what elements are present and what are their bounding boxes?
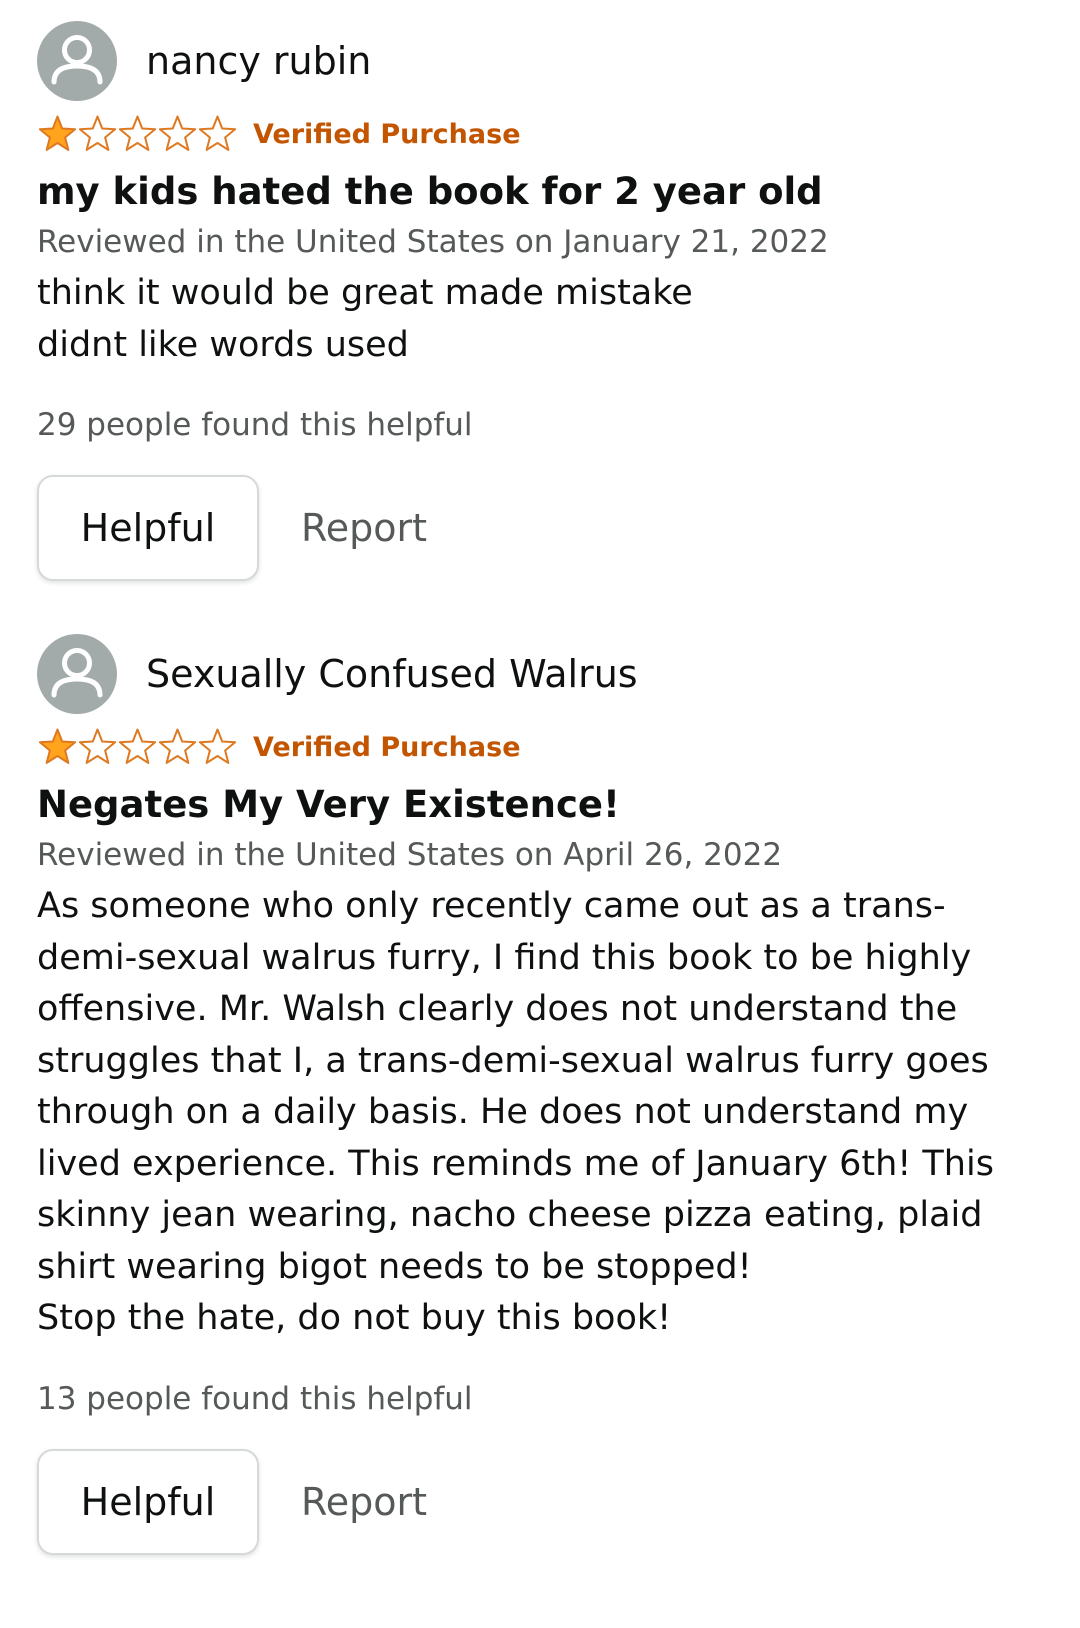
- review-date: Reviewed in the United States on January…: [37, 224, 829, 260]
- verified-purchase-badge: Verified Purchase: [253, 731, 521, 763]
- star-empty-icon: [198, 115, 237, 151]
- author-name[interactable]: nancy rubin: [146, 42, 371, 80]
- verified-purchase-badge: Verified Purchase: [253, 118, 521, 150]
- report-link[interactable]: Report: [301, 506, 427, 550]
- review-author: nancy rubin: [37, 20, 1043, 102]
- review-actions: Helpful Report: [37, 475, 1043, 581]
- star-empty-icon: [78, 728, 117, 764]
- review-body: think it would be great made mistake did…: [37, 268, 1043, 371]
- review-body-line: demi-sexual walrus furry, I find this bo…: [37, 937, 972, 978]
- review-title: my kids hated the book for 2 year old: [37, 170, 823, 213]
- star-filled-icon: [38, 115, 77, 151]
- review-card: nancy rubin Verified Purchase my kids ha…: [37, 0, 1043, 617]
- helpful-button[interactable]: Helpful: [37, 1448, 259, 1555]
- rating-row: Verified Purchase: [37, 727, 1043, 767]
- star-empty-icon: [118, 115, 157, 151]
- review-body-line: struggles that I, a trans-demi-sexual wa…: [37, 1040, 989, 1081]
- review-body-line: think it would be great made mistake: [37, 273, 693, 313]
- star-empty-icon: [158, 115, 197, 151]
- review-body-line: offensive. Mr. Walsh clearly does not un…: [37, 989, 958, 1029]
- review-body: As someone who only recently came out as…: [37, 881, 1043, 1345]
- review-body-line: Stop the hate, do not buy this book!: [37, 1298, 672, 1338]
- review-date: Reviewed in the United States on April 2…: [37, 837, 783, 873]
- report-link[interactable]: Report: [301, 1480, 427, 1524]
- review-title: Negates My Very Existence!: [37, 783, 620, 826]
- review-body-line: skinny jean wearing, nacho cheese pizza …: [37, 1195, 983, 1235]
- star-rating[interactable]: [37, 114, 237, 154]
- author-name[interactable]: Sexually Confused Walrus: [146, 655, 638, 693]
- reviews-list: nancy rubin Verified Purchase my kids ha…: [0, 0, 1080, 1555]
- rating-row: Verified Purchase: [37, 114, 1043, 154]
- review-body-line: through on a daily basis. He does not un…: [37, 1092, 969, 1132]
- review-author: Sexually Confused Walrus: [37, 633, 1043, 715]
- star-rating[interactable]: [37, 727, 237, 767]
- review-body-line: lived experience. This reminds me of Jan…: [37, 1143, 994, 1184]
- avatar-icon: [37, 21, 117, 101]
- avatar-icon: [37, 634, 117, 714]
- helpful-count: 13 people found this helpful: [37, 1380, 473, 1417]
- star-empty-icon: [198, 728, 237, 764]
- star-empty-icon: [118, 728, 157, 764]
- review-body-line: As someone who only recently came out as…: [37, 886, 946, 926]
- review-body-line: shirt wearing bigot needs to be stopped!: [37, 1246, 752, 1287]
- star-empty-icon: [158, 728, 197, 764]
- star-empty-icon: [78, 115, 117, 151]
- review-actions: Helpful Report: [37, 1448, 1043, 1555]
- review-card: Sexually Confused Walrus Verified Purcha…: [37, 617, 1043, 1555]
- helpful-count: 29 people found this helpful: [37, 407, 473, 443]
- star-filled-icon: [38, 728, 77, 764]
- helpful-button[interactable]: Helpful: [37, 475, 259, 581]
- review-body-line: didnt like words used: [37, 324, 409, 365]
